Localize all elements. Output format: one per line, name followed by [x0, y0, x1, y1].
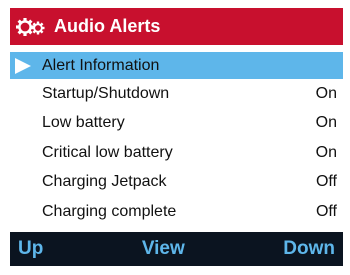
list-item-value: Off	[315, 202, 337, 220]
title-bar: Audio Alerts	[10, 8, 343, 45]
up-softkey[interactable]: Up	[18, 238, 43, 260]
list-item-label: Alert Information	[42, 56, 160, 74]
gears-icon	[16, 16, 46, 38]
down-softkey[interactable]: Down	[283, 238, 335, 260]
list-item-label: Low battery	[42, 114, 125, 132]
list-item-value: Off	[315, 173, 337, 191]
selection-arrow-icon	[14, 57, 32, 75]
list-item-label: Charging complete	[42, 202, 177, 220]
device-screen: Audio Alerts Alert Information Startup/S…	[10, 8, 343, 266]
list-item-low-battery[interactable]: Low battery On	[10, 109, 343, 139]
list-item-value: On	[315, 143, 337, 161]
list-item-charging-complete[interactable]: Charging complete Off	[10, 197, 343, 227]
list-item-critical-low-battery[interactable]: Critical low battery On	[10, 138, 343, 168]
view-softkey[interactable]: View	[142, 238, 185, 260]
list-item-value: On	[315, 114, 337, 132]
list-item-alert-information[interactable]: Alert Information	[10, 52, 343, 79]
list-item-startup-shutdown[interactable]: Startup/Shutdown On	[10, 79, 343, 109]
list-item-charging-jetpack[interactable]: Charging Jetpack Off	[10, 168, 343, 198]
list-item-value: On	[315, 84, 337, 102]
screen-title: Audio Alerts	[54, 16, 161, 36]
list-item-label: Startup/Shutdown	[42, 84, 170, 102]
alert-settings-list: Alert Information Startup/Shutdown On Lo…	[10, 52, 343, 229]
list-item-label: Critical low battery	[42, 143, 173, 161]
list-item-label: Charging Jetpack	[42, 173, 167, 191]
softkey-bar: Up View Down	[10, 232, 343, 266]
